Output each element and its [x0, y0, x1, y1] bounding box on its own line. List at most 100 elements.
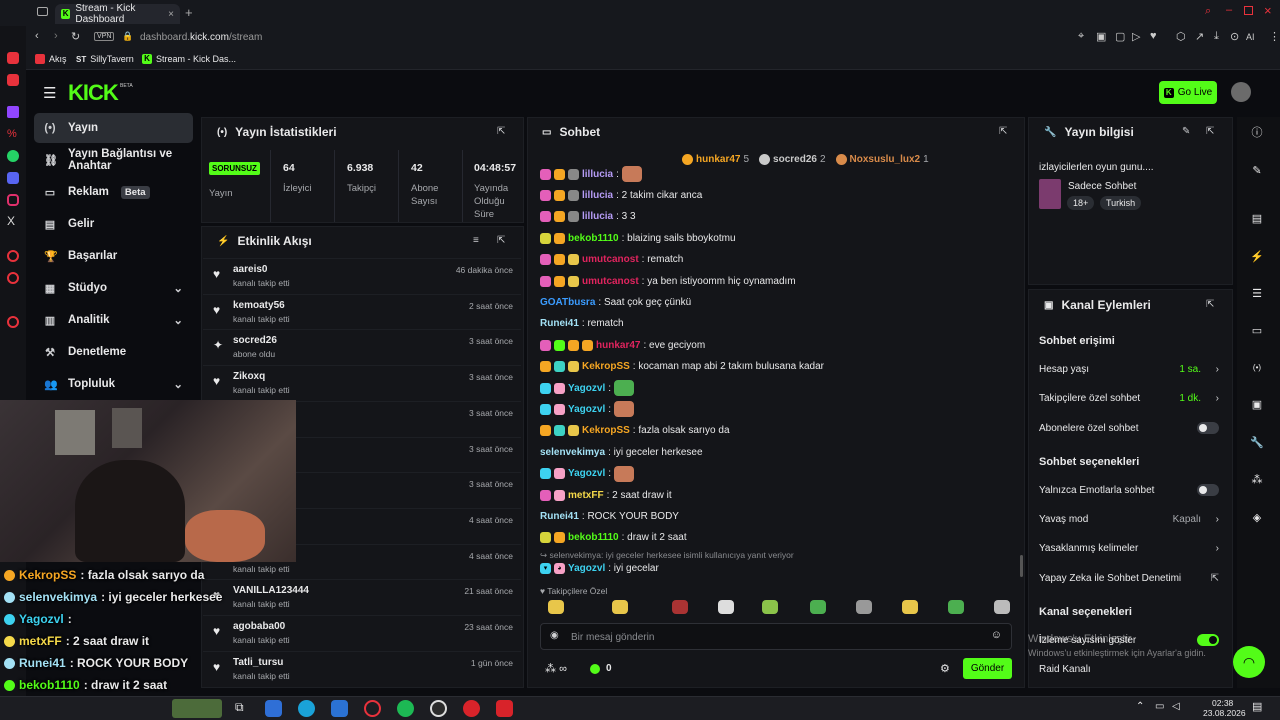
chat-username[interactable]: bekob1110 [568, 532, 619, 543]
gift-icon[interactable]: ◈ [1248, 508, 1266, 526]
search-tabs-icon[interactable]: ⌕ [1205, 5, 1211, 18]
app-icon[interactable] [265, 700, 282, 717]
new-tab-icon[interactable]: + [185, 5, 193, 20]
download-icon[interactable]: ⤓ [1214, 30, 1219, 43]
emote-icon[interactable] [612, 600, 628, 614]
nav-item-4[interactable]: 🏆 Başarılar [34, 241, 193, 271]
emote-icon[interactable] [902, 600, 918, 614]
bookmark-akis[interactable]: Akış [35, 54, 67, 64]
emote-icon[interactable] [810, 600, 826, 614]
show-viewers-toggle[interactable] [1197, 634, 1219, 646]
points-icon[interactable]: ⁂ [1248, 470, 1266, 488]
forward-icon[interactable]: › [54, 30, 58, 42]
chat-username[interactable]: Yagozvl [568, 563, 605, 574]
banned-words-row[interactable]: Yasaklanmış kelimeler › [1039, 538, 1223, 558]
edge-icon[interactable] [298, 700, 315, 717]
sidebar-app-icon[interactable]: % [7, 128, 19, 140]
ai-moderation-row[interactable]: Yapay Zeka ile Sohbet Denetimi ⇱ [1039, 568, 1223, 588]
notifications-icon[interactable]: ▤ [1252, 700, 1262, 713]
history-icon[interactable] [7, 250, 19, 262]
tag-badge[interactable]: Turkish [1100, 196, 1142, 210]
wallet-icon[interactable]: ▢ [1115, 30, 1125, 43]
chat-username[interactable]: Runei41 [540, 318, 579, 329]
event-user[interactable]: Zikoxq [233, 371, 265, 382]
player-icon[interactable]: ▷ [1132, 30, 1140, 43]
menu-icon[interactable]: ⋮ [1269, 30, 1280, 43]
top-gifter[interactable]: hunkar47 5 [682, 154, 749, 165]
sidebar-app-icon[interactable] [7, 52, 19, 64]
volume-icon[interactable]: ◁ [1172, 701, 1180, 712]
clock-date[interactable]: 23.08.2026 [1203, 708, 1246, 718]
url-field[interactable]: dashboard.kick.com/stream [140, 32, 262, 43]
reload-icon[interactable]: ↻ [71, 30, 80, 43]
media-icon[interactable] [463, 700, 480, 717]
nav-item-1[interactable]: ⛓ Yayın Bağlantısı ve Anahtar [34, 145, 193, 175]
network-icon[interactable]: ▭ [1155, 701, 1164, 712]
chat-username[interactable]: selenvekimya [540, 447, 605, 458]
emote-icon[interactable] [856, 600, 872, 614]
event-user[interactable]: agobaba00 [233, 621, 285, 632]
chat-username[interactable]: Yagozvl [568, 383, 605, 394]
task-view-icon[interactable]: ⧉ [235, 700, 244, 715]
camera-icon[interactable]: ⊙ [1230, 30, 1239, 43]
whatsapp-icon[interactable] [7, 150, 19, 162]
chat-username[interactable]: bekob1110 [568, 233, 619, 244]
emote-only-toggle[interactable] [1197, 484, 1219, 496]
layout-icon[interactable]: ▤ [1248, 209, 1266, 227]
tabs-menu-icon[interactable] [37, 7, 48, 16]
list-icon[interactable]: ☰ [1248, 284, 1266, 302]
slow-mode-row[interactable]: Yavaş mod Kapalı › [1039, 509, 1223, 529]
twitch-icon[interactable] [7, 106, 19, 118]
emote-icon[interactable] [762, 600, 778, 614]
chat-username[interactable]: lillucia [582, 169, 613, 180]
popout-icon[interactable]: ⇱ [1206, 299, 1214, 310]
nav-item-2[interactable]: ▭ Reklam Beta [34, 177, 193, 207]
chat-username[interactable]: Yagozvl [568, 468, 605, 479]
extensions-icon[interactable]: ⬡ [1176, 30, 1186, 43]
points-icon[interactable]: ⁂ ∞ [545, 662, 567, 675]
aria-ai-button[interactable]: AI [1246, 32, 1255, 42]
settings-icon[interactable] [7, 316, 19, 328]
close-window-icon[interactable]: × [1264, 3, 1272, 18]
chat-username[interactable]: Yagozvl [568, 404, 605, 415]
edit-icon[interactable]: ✎ [1182, 126, 1190, 137]
event-user[interactable]: aareis0 [233, 264, 267, 275]
tab-kick-dashboard[interactable]: K Stream - Kick Dashboard × [55, 3, 180, 25]
popout-icon[interactable]: ⇱ [1206, 126, 1214, 137]
chat-username[interactable]: umutcanost [582, 254, 639, 265]
chat-username[interactable]: metxFF [568, 490, 604, 501]
snapshot-icon[interactable]: ▣ [1096, 30, 1106, 43]
bookmark-sillytavern[interactable]: ST SillyTavern [76, 54, 134, 64]
avatar[interactable] [1231, 82, 1251, 102]
event-user[interactable]: VANILLA123444 [233, 585, 309, 596]
clock-icon[interactable] [7, 272, 19, 284]
tag-badge[interactable]: 18+ [1067, 196, 1095, 210]
nav-item-8[interactable]: 👥 Topluluk ⌄ [34, 369, 193, 399]
account-age-row[interactable]: Hesap yaşı 1 sa. › [1039, 359, 1223, 379]
top-gifter[interactable]: Noxsuslu_lux2 1 [835, 154, 929, 165]
popout-icon[interactable]: ⇱ [497, 126, 505, 137]
chat-username[interactable]: lillucia [582, 190, 613, 201]
broadcast-icon[interactable]: (•) [1248, 358, 1266, 376]
wrench-icon[interactable]: 🔧 [1248, 433, 1266, 451]
panel-icon[interactable]: ▣ [1248, 395, 1266, 413]
tab-close-icon[interactable]: × [168, 9, 174, 20]
send-button[interactable]: Gönder [963, 658, 1012, 679]
obs-icon[interactable] [430, 700, 447, 717]
share-icon[interactable]: ↗ [1195, 30, 1204, 43]
nav-item-5[interactable]: ▦ Stüdyo ⌄ [34, 273, 193, 303]
category-name[interactable]: Sadece Sohbet [1068, 181, 1136, 192]
support-chat-button[interactable]: ◠ [1233, 646, 1265, 678]
chat-username[interactable]: lillucia [582, 211, 613, 222]
chat-input[interactable]: ◉ Bir mesaj gönderin ☺ [540, 623, 1012, 650]
event-user[interactable]: kemoaty56 [233, 300, 285, 311]
chat-username[interactable]: umutcanost [582, 276, 639, 287]
info-icon[interactable]: ⓘ [1248, 123, 1266, 141]
subs-chat-toggle[interactable] [1197, 422, 1219, 434]
spotify-icon[interactable] [397, 700, 414, 717]
emote-icon[interactable] [672, 600, 688, 614]
filter-icon[interactable]: ≡ [473, 235, 479, 246]
chat-username[interactable]: hunkar47 [596, 340, 640, 351]
back-icon[interactable]: ‹ [35, 30, 39, 42]
nav-item-6[interactable]: ▥ Analitik ⌄ [34, 305, 193, 335]
